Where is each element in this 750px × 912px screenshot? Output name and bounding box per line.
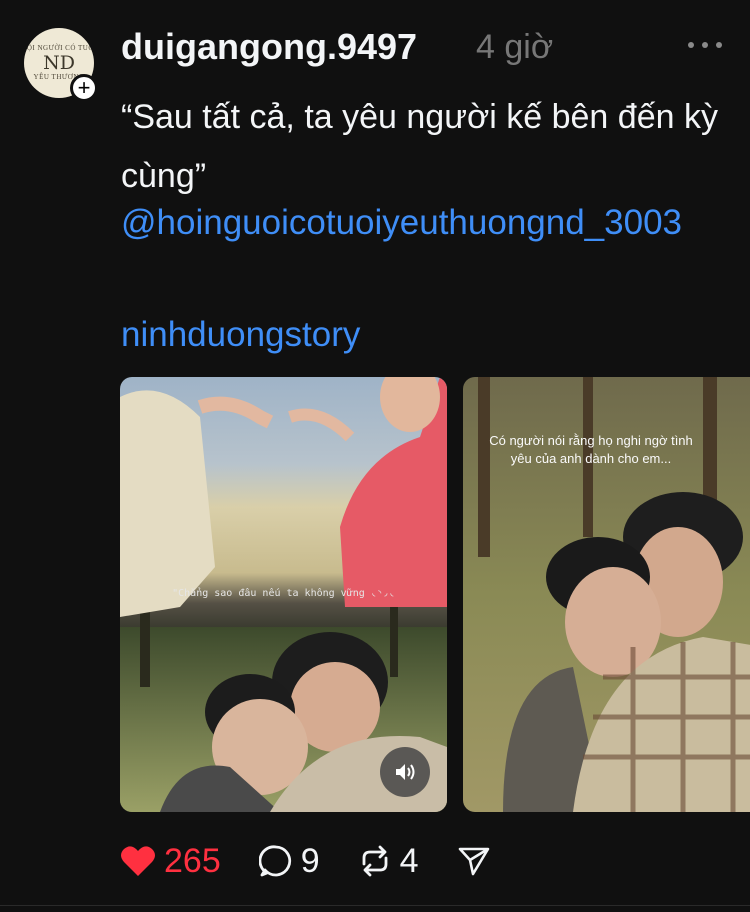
mention-link[interactable]: @hoinguoicotuoiyeuthuongnd_3003 xyxy=(121,194,721,251)
repost-icon xyxy=(362,845,388,877)
like-button[interactable]: 265 xyxy=(120,842,221,881)
video-caption: "Chẳng sao đâu nếu ta không vững ◟◝◞◟ xyxy=(172,588,395,599)
share-button[interactable] xyxy=(457,844,491,878)
divider xyxy=(0,905,750,906)
follow-plus-icon[interactable]: + xyxy=(70,74,98,102)
avatar-monogram: ND xyxy=(43,52,75,74)
speaker-icon xyxy=(396,764,415,780)
like-count: 265 xyxy=(164,841,221,880)
author-avatar-container[interactable]: HỘI NGƯỜI CÓ TUỔI ND YÊU THƯƠNG + xyxy=(24,28,98,102)
heart-icon xyxy=(121,846,155,876)
comment-icon xyxy=(258,845,291,877)
image-caption: Có người nói rằng họ nghi ngờ tình yêu c… xyxy=(489,433,693,466)
topic-tag-link[interactable]: ninhduongstory xyxy=(121,306,360,363)
send-icon xyxy=(458,847,489,876)
repost-button[interactable]: 4 xyxy=(358,842,419,881)
video-media-1[interactable]: "Chẳng sao đâu nếu ta không vững ◟◝◞◟ xyxy=(120,377,447,812)
sound-toggle-button[interactable] xyxy=(380,747,430,797)
more-options-icon[interactable] xyxy=(688,30,722,60)
timestamp: 4 giờ xyxy=(476,28,554,66)
username[interactable]: duigangong.9497 xyxy=(121,26,417,68)
image-media-2[interactable]: Có người nói rằng họ nghi ngờ tình yêu c… xyxy=(463,377,750,812)
avatar-top-text: HỘI NGƯỜI CÓ TUỔI xyxy=(24,44,94,52)
repost-count: 4 xyxy=(399,841,419,880)
post-text: “Sau tất cả, ta yêu người kế bên đến kỳ … xyxy=(121,98,718,195)
post-actions: 265 9 4 xyxy=(120,836,529,886)
comment-button[interactable]: 9 xyxy=(258,841,320,881)
comment-count: 9 xyxy=(300,841,320,880)
